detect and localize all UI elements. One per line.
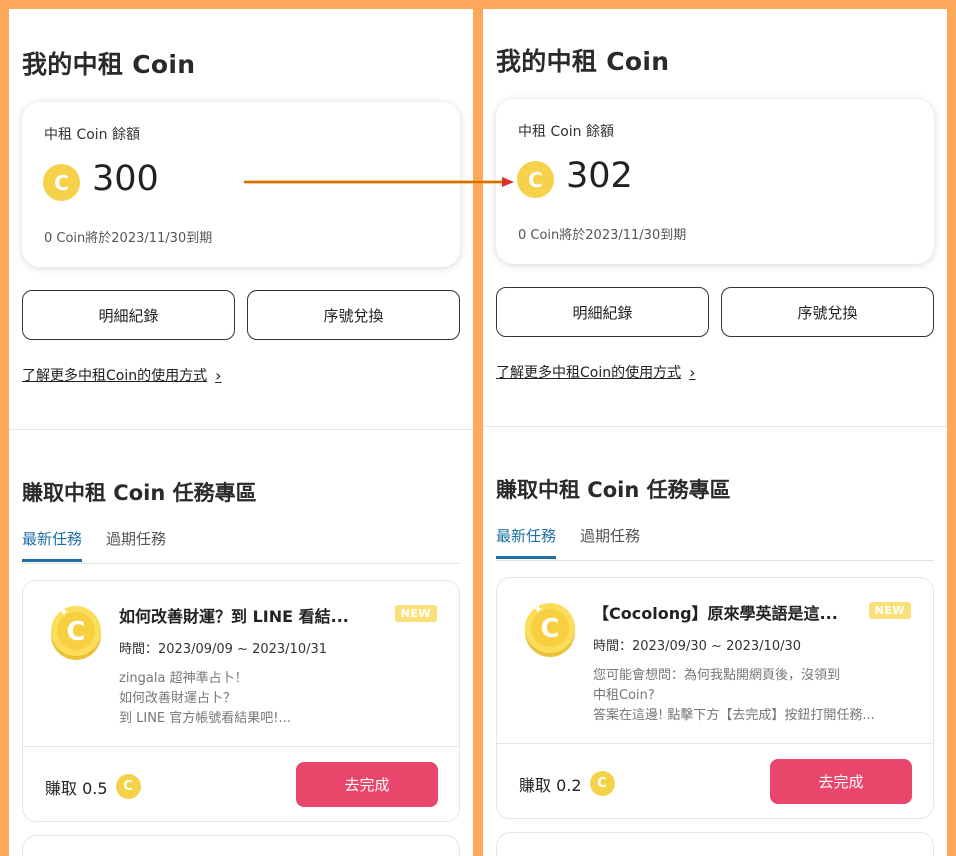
earn-label: 賺取 0.5 — [45, 778, 108, 798]
task-card-next — [496, 832, 934, 856]
task-title[interactable]: 【Cocolong】原來學英語是這... — [593, 600, 849, 624]
coin-icon: C — [43, 164, 80, 201]
earn-label: 賺取 0.2 — [519, 775, 582, 795]
coin-illustration-icon: C — [525, 603, 575, 657]
complete-task-button[interactable]: 去完成 — [296, 762, 438, 807]
task-desc-line: 到 LINE 官方帳號看結果吧!... — [119, 711, 291, 726]
coin-icon: C — [589, 771, 615, 796]
tab-expired[interactable]: 過期任務 — [106, 528, 166, 559]
chevron-right-icon: › — [215, 365, 222, 385]
balance-card: 中租 Coin 餘額 C 302 0 Coin將於2023/11/30到期 — [496, 99, 934, 264]
learn-more-link[interactable]: 了解更多中租Coin的使用方式 › — [22, 365, 222, 385]
task-desc-line: 中租Coin? — [593, 688, 655, 703]
redeem-button[interactable]: 序號兌換 — [721, 287, 934, 337]
balance-label: 中租 Coin 餘額 — [518, 124, 615, 140]
redeem-button[interactable]: 序號兌換 — [247, 290, 460, 340]
page-title: 我的中租 Coin — [22, 50, 196, 79]
task-desc-line: zingala 超神準占卜！ — [119, 671, 248, 686]
divider — [483, 426, 947, 427]
balance-label: 中租 Coin 餘額 — [44, 127, 141, 143]
task-divider — [497, 743, 933, 744]
expire-note: 0 Coin將於2023/11/30到期 — [518, 228, 687, 243]
new-badge: NEW — [394, 605, 437, 622]
task-title[interactable]: 如何改善財運？到 LINE 看結... — [119, 603, 375, 627]
divider — [9, 429, 473, 430]
new-badge: NEW — [868, 602, 911, 619]
coin-icon: C — [517, 161, 554, 198]
task-card-next — [22, 835, 460, 856]
section-title: 賺取中租 Coin 任務專區 — [496, 478, 731, 502]
svg-text:C: C — [66, 617, 85, 647]
task-time: 時間：2023/09/30 ~ 2023/10/30 — [593, 639, 802, 654]
tab-latest[interactable]: 最新任務 — [22, 528, 83, 562]
page-title: 我的中租 Coin — [496, 47, 670, 76]
task-desc-line: 如何改善財運占卜？ — [119, 691, 237, 706]
arrow-right-icon — [244, 177, 514, 187]
chevron-right-icon: › — [689, 362, 696, 382]
learn-more-label: 了解更多中租Coin的使用方式 — [22, 368, 208, 384]
task-description: 您可能會想問：為何我點開網頁後，沒領到 中租Coin? 答案在這邊! 點擊下方【… — [593, 666, 893, 726]
task-card: C 【Cocolong】原來學英語是這... NEW 時間：2023/09/30… — [496, 577, 934, 819]
task-tabs: 最新任務 過期任務 — [22, 528, 460, 564]
task-desc-line: 您可能會想問：為何我點開網頁後，沒領到 — [593, 668, 841, 683]
coin-illustration-icon: C — [51, 606, 101, 660]
balance-amount: 300 — [92, 159, 159, 199]
task-description: zingala 超神準占卜！ 如何改善財運占卜？ 到 LINE 官方帳號看結果吧… — [119, 669, 419, 729]
panel-after: 我的中租 Coin 中租 Coin 餘額 C 302 0 Coin將於2023/… — [483, 9, 947, 856]
panel-before: 我的中租 Coin 中租 Coin 餘額 C 300 0 Coin將於2023/… — [9, 9, 473, 856]
task-divider — [23, 746, 459, 747]
complete-task-button[interactable]: 去完成 — [770, 759, 912, 804]
balance-amount: 302 — [566, 156, 633, 196]
task-desc-line: 答案在這邊! 點擊下方【去完成】按鈕打開任務... — [593, 708, 875, 723]
tab-expired[interactable]: 過期任務 — [580, 525, 640, 556]
expire-note: 0 Coin將於2023/11/30到期 — [44, 231, 213, 246]
coin-icon: C — [115, 774, 141, 799]
earn-reward: 賺取 0.5 C — [45, 774, 141, 799]
section-title: 賺取中租 Coin 任務專區 — [22, 481, 257, 505]
svg-text:C: C — [540, 614, 559, 644]
history-button[interactable]: 明細紀錄 — [22, 290, 235, 340]
learn-more-label: 了解更多中租Coin的使用方式 — [496, 365, 682, 381]
tab-latest[interactable]: 最新任務 — [496, 525, 557, 559]
history-button[interactable]: 明細紀錄 — [496, 287, 709, 337]
learn-more-link[interactable]: 了解更多中租Coin的使用方式 › — [496, 362, 696, 382]
earn-reward: 賺取 0.2 C — [519, 771, 615, 796]
task-tabs: 最新任務 過期任務 — [496, 525, 934, 561]
task-card: C 如何改善財運？到 LINE 看結... NEW 時間：2023/09/09 … — [22, 580, 460, 822]
task-time: 時間：2023/09/09 ~ 2023/10/31 — [119, 642, 328, 657]
